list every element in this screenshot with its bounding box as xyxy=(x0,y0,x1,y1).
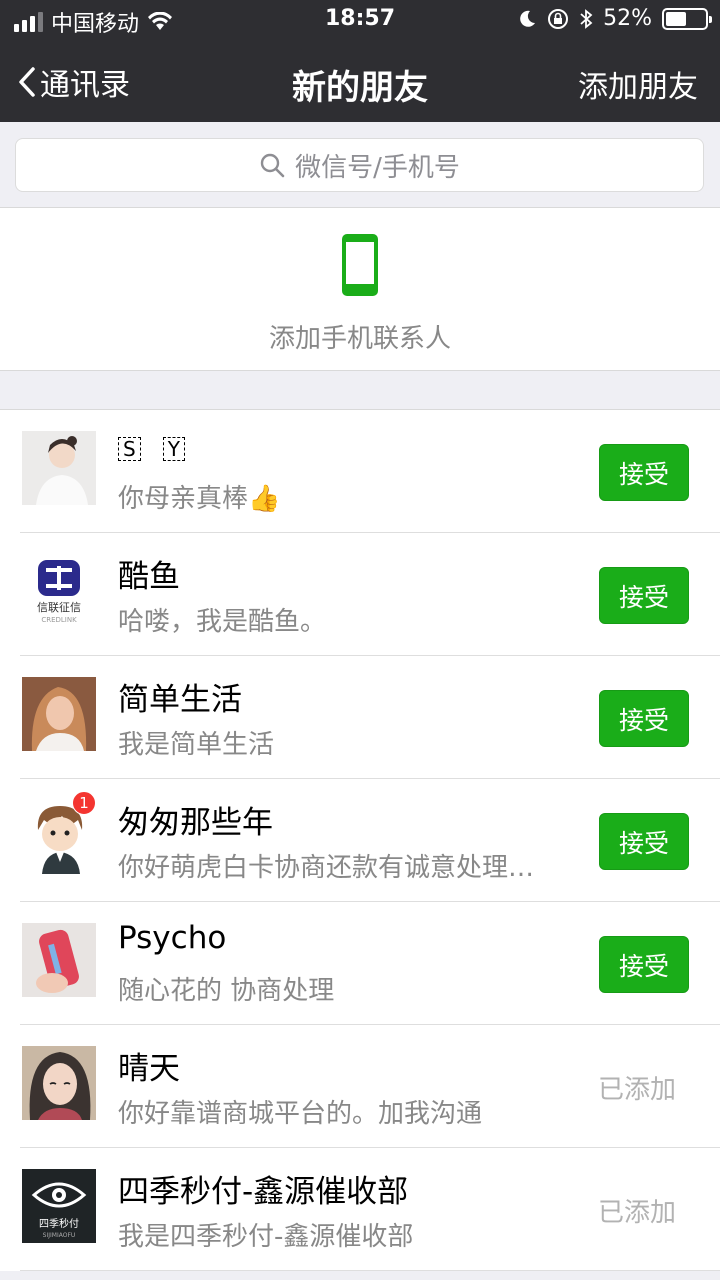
nav-bar: 通讯录 新的朋友 添加朋友 xyxy=(0,40,720,122)
top-bar: 中国移动 18:57 52% 通讯录 新的朋友 添加朋友 xyxy=(0,0,720,122)
accept-button[interactable]: 接受 xyxy=(599,567,689,624)
list-item[interactable]: 信联征信 CREDLINK 酷鱼 哈喽，我是酷鱼。 接受 xyxy=(0,533,720,656)
contact-name: 四季秒付-鑫源催收部 xyxy=(118,1174,409,1210)
search-input[interactable]: 微信号/手机号 xyxy=(15,138,704,192)
battery-icon xyxy=(662,7,712,30)
request-message: 你好靠谱商城平台的。加我沟通 xyxy=(118,1099,483,1129)
avatar xyxy=(22,1046,96,1120)
list-item[interactable]: 晴天 你好靠谱商城平台的。加我沟通 已添加 xyxy=(0,1025,720,1148)
add-phone-contacts[interactable]: 添加手机联系人 xyxy=(0,208,720,371)
accept-button[interactable]: 接受 xyxy=(599,690,689,747)
search-icon xyxy=(260,153,285,178)
search-placeholder: 微信号/手机号 xyxy=(295,152,460,183)
contact-name: 晴天 xyxy=(118,1051,180,1087)
add-friend-button[interactable]: 添加朋友 xyxy=(578,62,698,106)
added-status: 已添加 xyxy=(597,1198,676,1228)
list-item[interactable]: Psycho 随心花的 协商处理 接受 xyxy=(0,902,720,1025)
request-message: 随心花的 协商处理 xyxy=(118,976,335,1006)
avatar xyxy=(22,431,96,505)
request-message: 我是简单生活 xyxy=(118,730,275,760)
accept-button[interactable]: 接受 xyxy=(599,813,689,870)
contact-name: 酷鱼 xyxy=(118,559,180,595)
accept-button[interactable]: 接受 xyxy=(599,936,689,993)
list-item[interactable]: 1 匆匆那些年 你好萌虎白卡协商还款有诚意处理… 接受 xyxy=(0,779,720,902)
contact-name: 匆匆那些年 xyxy=(118,805,273,841)
mobile-phone-icon xyxy=(342,234,378,296)
moon-icon xyxy=(520,10,536,27)
list-item[interactable]: SY 你母亲真棒👍 接受 xyxy=(0,410,720,533)
add-phone-label: 添加手机联系人 xyxy=(268,324,451,354)
request-message: 我是四季秒付-鑫源催收部 xyxy=(118,1222,414,1252)
avatar: 四季秒付 SIJIMIAOFU xyxy=(22,1169,96,1243)
avatar-logo-text: 信联征信 xyxy=(37,601,81,614)
contact-name: 简单生活 xyxy=(118,682,242,718)
avatar xyxy=(22,677,96,751)
friend-request-list: SY 你母亲真棒👍 接受 信联征信 CREDLINK 酷鱼 哈喽，我是酷鱼。 接… xyxy=(0,409,720,1271)
request-message: 哈喽，我是酷鱼。 xyxy=(118,607,327,637)
request-message: 你好萌虎白卡协商还款有诚意处理… xyxy=(118,853,535,883)
list-item[interactable]: 四季秒付 SIJIMIAOFU 四季秒付-鑫源催收部 我是四季秒付-鑫源催收部 … xyxy=(0,1148,720,1271)
added-status: 已添加 xyxy=(597,1075,676,1105)
search-section: 微信号/手机号 xyxy=(0,122,720,208)
unread-badge: 1 xyxy=(72,791,96,815)
bluetooth-icon xyxy=(580,8,593,29)
contact-name: Psycho xyxy=(118,920,227,956)
avatar-logo-subtext: CREDLINK xyxy=(41,616,77,624)
status-bar: 中国移动 18:57 52% xyxy=(0,0,720,40)
avatar-logo-text: 四季秒付 xyxy=(39,1217,79,1230)
list-item[interactable]: 简单生活 我是简单生活 接受 xyxy=(0,656,720,779)
avatar xyxy=(22,923,96,997)
rotation-lock-icon xyxy=(548,8,569,29)
avatar: 信联征信 CREDLINK xyxy=(22,554,96,628)
contact-name: SY xyxy=(118,428,207,464)
avatar-logo-subtext: SIJIMIAOFU xyxy=(43,1232,76,1239)
battery-percent: 52% xyxy=(603,6,652,31)
request-message: 你母亲真棒👍 xyxy=(118,484,281,514)
accept-button[interactable]: 接受 xyxy=(599,444,689,501)
